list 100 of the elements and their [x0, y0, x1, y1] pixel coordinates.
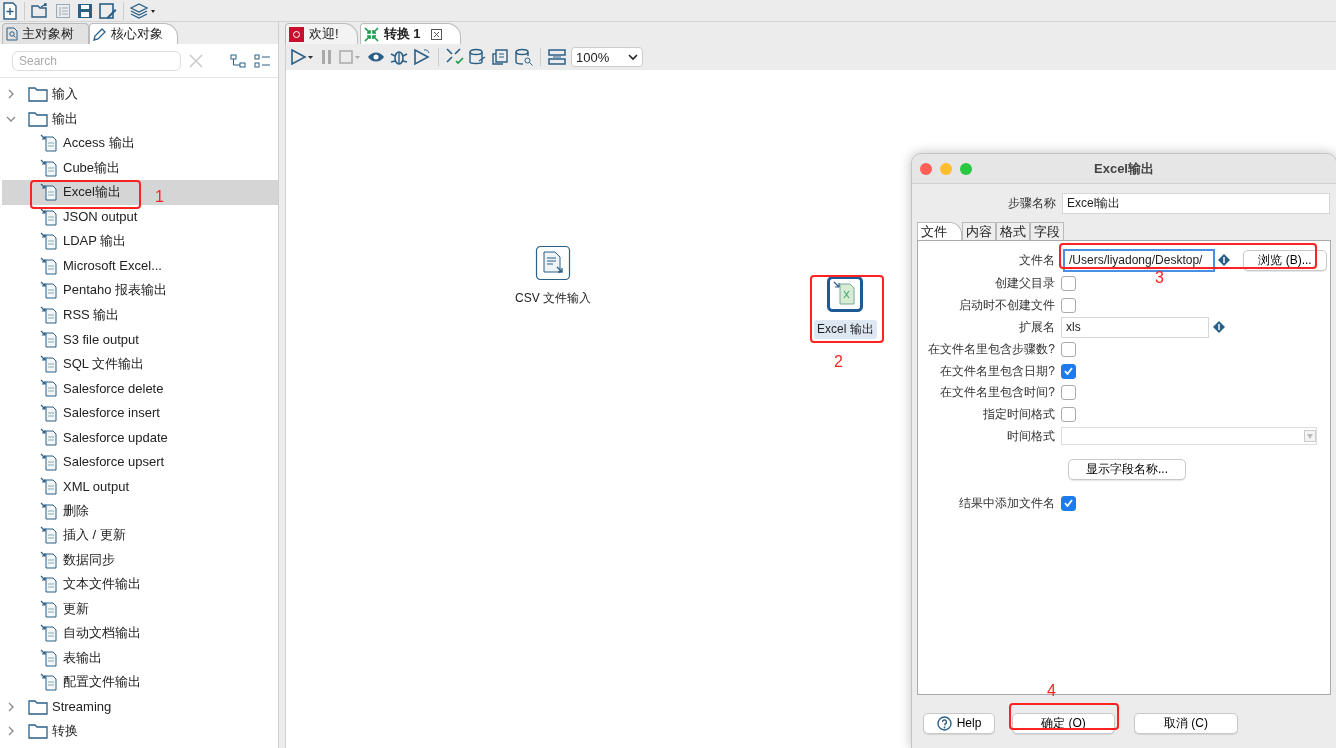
save-icon[interactable] — [77, 2, 93, 19]
new-file-icon[interactable] — [2, 1, 18, 20]
checkbox[interactable] — [1061, 407, 1076, 423]
field-label: 在文件名里包含步骤数? — [928, 340, 1055, 358]
field-label: 启动时不创建文件 — [959, 297, 1055, 315]
step-number: 3 — [1155, 270, 1164, 286]
tree-item[interactable]: 自动文档输出 — [2, 621, 278, 646]
document-icon — [40, 207, 58, 226]
checkbox[interactable] — [1061, 363, 1076, 379]
tree-item[interactable]: Pentaho 报表输出 — [2, 278, 278, 303]
document-icon — [40, 232, 58, 251]
field-label: 时间格式 — [1007, 427, 1055, 445]
collapse-tree-icon[interactable] — [230, 54, 246, 68]
panel-tab[interactable]: 核心对象 — [89, 23, 178, 44]
cancel-button[interactable]: 取消 (C) — [1134, 712, 1238, 734]
database-search-icon[interactable] — [515, 48, 533, 66]
document-icon — [40, 379, 58, 398]
step-name-field[interactable]: Excel输出 — [1062, 192, 1330, 214]
checkbox[interactable] — [1061, 495, 1076, 511]
tree-folder[interactable]: 输出 — [0, 106, 278, 131]
tree-item[interactable]: JSON output — [2, 204, 278, 229]
variable-icon[interactable] — [1218, 254, 1230, 266]
document-icon — [40, 477, 58, 496]
document-icon — [40, 673, 58, 692]
editor-tab[interactable]: 转换 1 — [359, 23, 462, 44]
checkbox[interactable] — [1061, 298, 1076, 314]
replay-icon[interactable] — [413, 48, 431, 66]
document-icon — [40, 575, 58, 594]
dialog-tab[interactable]: 字段 — [1030, 222, 1064, 240]
field-label: 结果中添加文件名 — [959, 494, 1055, 512]
tree-item[interactable]: Salesforce update — [2, 425, 278, 450]
pencil-icon — [93, 27, 107, 41]
document-icon — [40, 281, 58, 300]
chevron-right-icon[interactable] — [6, 701, 16, 712]
chevron-right-icon[interactable] — [6, 726, 16, 737]
tree-item[interactable]: Salesforce insert — [2, 400, 278, 425]
tree-item[interactable]: 更新 — [2, 596, 278, 621]
bug-icon[interactable] — [390, 48, 408, 66]
show-field-names-button[interactable]: 显示字段名称... — [1068, 459, 1186, 481]
run-icon[interactable] — [290, 48, 314, 66]
checkbox[interactable] — [1061, 341, 1076, 357]
impact-icon[interactable] — [469, 48, 487, 66]
document-icon — [40, 354, 58, 373]
tree-item[interactable]: SQL 文件输出 — [2, 351, 278, 376]
chevron-right-icon[interactable] — [6, 89, 16, 100]
folder-icon — [28, 110, 48, 127]
tree-item[interactable]: Cube输出 — [2, 155, 278, 180]
tree-folder[interactable]: 转换 — [0, 719, 278, 744]
script-icon[interactable] — [492, 48, 510, 66]
tree-item[interactable]: 配置文件输出 — [2, 670, 278, 695]
excel-step-icon[interactable] — [827, 276, 864, 312]
tree-item[interactable]: 文本文件输出 — [2, 572, 278, 597]
open-folder-icon[interactable] — [31, 2, 49, 19]
checkbox[interactable] — [1061, 385, 1076, 401]
dialog-tab[interactable]: 格式 — [996, 222, 1030, 240]
checkbox[interactable] — [1061, 276, 1076, 292]
csv-file-step-icon[interactable] — [535, 245, 571, 281]
tree-item[interactable]: RSS 输出 — [2, 302, 278, 327]
search-field[interactable]: Search — [12, 51, 181, 71]
folder-icon — [28, 723, 48, 740]
panel-tab[interactable]: 主对象树 — [2, 23, 89, 44]
field-label: 指定时间格式 — [983, 406, 1055, 424]
zoom-dropdown[interactable]: 100% — [571, 47, 643, 67]
verify-icon[interactable] — [446, 48, 464, 66]
folder-icon — [28, 86, 48, 103]
tree-item[interactable]: 插入 / 更新 — [2, 523, 278, 548]
tree-folder[interactable]: 输入 — [0, 82, 278, 107]
save-as-icon[interactable] — [99, 2, 117, 19]
tree-item[interactable]: Access 输出 — [2, 131, 278, 156]
tree-item[interactable]: Salesforce upsert — [2, 449, 278, 474]
field-label: 文件名 — [1019, 251, 1055, 269]
extension-field[interactable]: xls — [1061, 317, 1209, 338]
tree-item[interactable]: 删除 — [2, 498, 278, 523]
tree-item[interactable]: XML output — [2, 474, 278, 499]
results-panel-icon[interactable] — [548, 48, 566, 66]
document-icon — [40, 158, 58, 177]
field-label: 创建父目录 — [995, 275, 1055, 293]
tree-item[interactable]: LDAP 输出 — [2, 229, 278, 254]
tree-item[interactable]: S3 file output — [2, 327, 278, 352]
welcome-icon — [289, 26, 304, 42]
browse-button[interactable]: 浏览 (B)... — [1243, 249, 1327, 271]
file-name-field[interactable]: /Users/liyadong/Desktop/ — [1064, 249, 1214, 271]
dialog-tab[interactable]: 内容 — [962, 222, 996, 240]
help-button[interactable]: Help — [923, 712, 995, 734]
document-icon — [40, 428, 58, 447]
tree-item[interactable]: 表输出 — [2, 645, 278, 670]
editor-tab[interactable]: 欢迎! — [285, 23, 358, 44]
tree-item[interactable]: 数据同步 — [2, 547, 278, 572]
layers-icon[interactable] — [130, 2, 156, 19]
close-icon[interactable] — [431, 28, 443, 40]
document-icon — [40, 452, 58, 471]
tree-item[interactable]: Microsoft Excel... — [2, 253, 278, 278]
tree-folder[interactable]: Streaming — [0, 694, 278, 719]
tree-item[interactable]: Salesforce delete — [2, 376, 278, 401]
list-view-icon[interactable] — [254, 54, 270, 68]
variable-icon[interactable] — [1213, 321, 1225, 334]
chevron-down-icon — [628, 53, 638, 61]
magnifier-document-icon — [6, 27, 18, 41]
step-label: Excel 输出 — [814, 320, 877, 339]
dialog-tab[interactable]: 文件 — [917, 222, 962, 240]
